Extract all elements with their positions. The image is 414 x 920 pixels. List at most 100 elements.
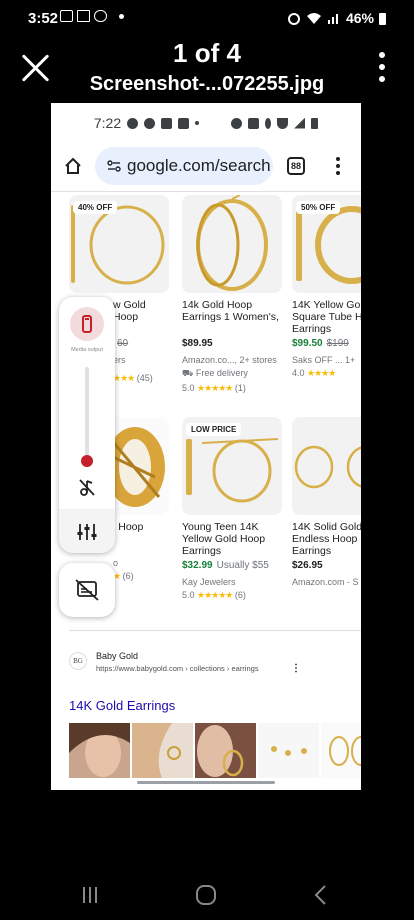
person-icon [178,117,190,129]
review-count: (6) [234,590,246,600]
review-count: (45) [136,373,153,383]
battery-percent: 46% [345,10,374,26]
discount-badge: 50% OFF [296,201,341,214]
more-notifications-icon [119,13,124,19]
wifi-icon [277,117,289,129]
volume-slider[interactable] [85,367,89,463]
old-price: 60 [117,338,129,349]
facebook-icon [144,117,156,129]
battery-icon [311,117,319,129]
thumbnail-image[interactable] [258,723,319,778]
screen: { "status_bar": { "time": "3:52", "batte… [0,0,414,920]
volume-slider-thumb[interactable] [81,455,93,467]
store-name: Amazon.com - S [292,577,359,587]
site-logo: BG [69,652,87,670]
star-rating: ★★★★★ [197,383,233,393]
old-price: $199 [326,338,349,349]
address-bar[interactable]: google.com/search [95,147,273,185]
home-button-icon[interactable] [194,883,218,907]
site-name: Baby Gold [96,651,139,661]
store-name: Amazon.co..., 2+ stores [182,355,277,365]
product-card[interactable]: 14K Solid Gold Endless Hoop Earrings $26… [292,417,361,587]
product-price: $89.95 [182,338,213,349]
product-card[interactable]: LOW PRICE Young Teen 14K Yellow Gold Hoo… [182,417,282,601]
product-title: 14K Solid Gold Endless Hoop Earrings [292,521,361,557]
alarm-icon [231,117,243,129]
image-counter: 1 of 4 [173,38,241,68]
gmail-icon [77,10,90,22]
person-icon [161,117,173,129]
bluetooth-icon [265,117,272,129]
media-output-label: Media output [71,347,103,353]
divider [69,630,361,631]
more-options-icon[interactable] [378,52,386,82]
search-result-source[interactable]: BG Baby Gold https://www.babygold.com › … [69,651,349,677]
gesture-handle [137,781,275,784]
product-title: Young Teen 14K Yellow Gold Hoop Earrings [182,521,266,557]
product-card[interactable]: 14k Gold Hoop Earrings 1 Women's, $89.95… [182,195,282,394]
review-count: (1) [234,383,246,393]
divider [51,191,361,192]
music-muted-icon[interactable] [77,477,97,497]
wifi-icon [306,13,321,24]
recent-apps-icon[interactable] [80,885,100,905]
star-rating: ★★★★★ [197,590,233,600]
signal-icon [294,117,306,129]
usual-price: Usually $55 [216,560,269,571]
review-count: (6) [122,571,134,581]
product-price: $32.99 [182,560,213,571]
dot-icon [195,121,200,125]
product-card[interactable]: 50% OFF 14K Yellow Go Square Tube H Earr… [292,195,361,379]
media-output-button[interactable] [70,307,104,341]
url-text: google.com/search [127,156,271,175]
facebook-icon [127,117,139,129]
search-result-title[interactable]: 14K Gold Earrings [69,698,175,713]
navigation-bar [0,880,414,910]
sound-settings-button[interactable] [59,509,115,553]
product-price: $26.95 [292,560,323,571]
equalizer-icon [77,524,97,540]
status-time: 3:52 [28,10,59,27]
thumbnail-image[interactable] [132,723,193,778]
back-icon[interactable] [312,884,330,906]
browser-menu-icon[interactable] [336,157,340,175]
live-caption-button[interactable] [59,563,115,617]
rating-value: 5.0 [182,383,195,393]
delivery-info: Free delivery [195,368,248,378]
thumbnail-image[interactable] [69,723,130,778]
captions-off-icon [75,579,99,601]
volume-panel: Media output [59,297,115,553]
nfc-icon [248,117,260,129]
phone-speaker-icon [82,315,92,333]
inner-status-bar: 7:22 [51,103,361,143]
product-image: 40% OFF [69,195,169,293]
product-image [292,417,361,515]
product-image: LOW PRICE [182,417,282,515]
gallery-icon [60,10,73,22]
store-name: Saks OFF ... 1+ [292,355,356,365]
thumbnail-image[interactable] [195,723,256,778]
alarm-icon [287,13,300,25]
file-name: Screenshot-...072255.jpg [89,73,325,95]
store-name: Kay Jewelers [182,577,236,587]
result-thumbnails [69,723,361,778]
thumbnail-image[interactable] [321,723,361,778]
system-icons: 46% [287,10,386,26]
rating-value: 4.0 [292,368,305,378]
tab-switcher-icon[interactable]: 88 [287,157,305,175]
product-image: 50% OFF [292,195,361,293]
product-price: $99.50 [292,338,323,349]
product-title: 14k Gold Hoop Earrings 1 Women's, [182,299,279,323]
home-icon[interactable] [64,157,82,175]
rating-value: 5.0 [182,590,195,600]
browser-toolbar: google.com/search 88 [51,147,361,187]
notification-icons [60,10,124,22]
status-bar: 3:52 46% [0,0,414,36]
site-settings-icon[interactable] [107,160,121,172]
truck-icon: ⛟ [182,368,194,378]
discount-badge: 40% OFF [73,201,118,214]
result-options-icon[interactable]: ⋮ [291,663,301,674]
site-url: https://www.babygold.com › collections ›… [96,664,259,673]
battery-icon [379,12,386,25]
inner-status-time: 7:22 [93,115,122,131]
